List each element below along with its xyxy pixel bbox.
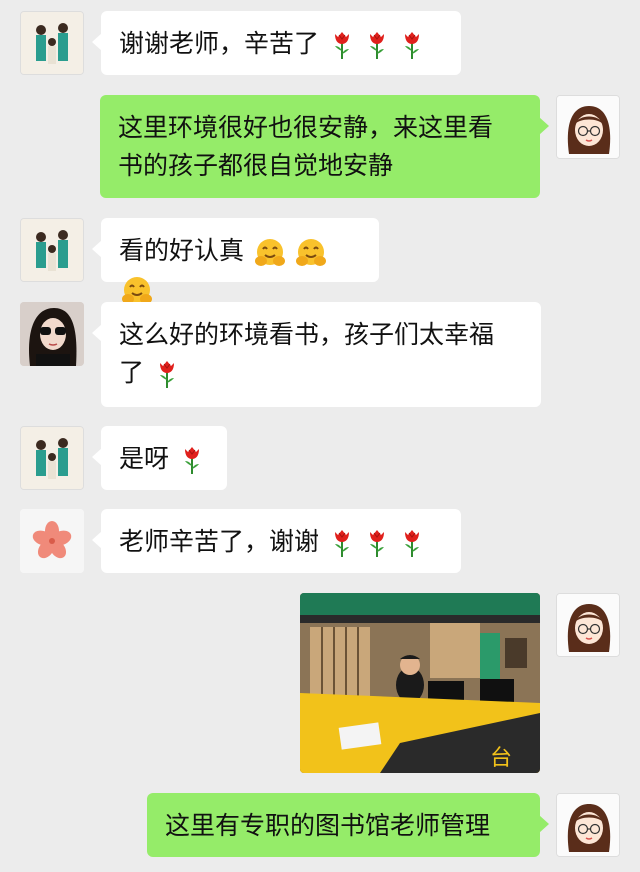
family-avatar[interactable] [20, 218, 84, 282]
message-text: 看的好认真 [119, 236, 245, 265]
message-text-line: 这里环境很好也很安静，来这里看 [118, 113, 494, 142]
flower-icon [20, 509, 84, 573]
rose-icon [368, 529, 385, 558]
message-text: 谢谢老师，辛苦了 [119, 29, 320, 58]
hug-emoji-icon [122, 276, 152, 305]
family-photo-icon [21, 219, 83, 281]
girl-avatar[interactable] [556, 593, 620, 657]
message-text: 老师辛苦了，谢谢 [119, 527, 320, 556]
rose-icon [183, 446, 200, 475]
incoming-message[interactable]: 这么好的环境看书，孩子们太幸福 了 [92, 302, 541, 407]
girl-avatar[interactable] [556, 793, 620, 857]
rose-icon [368, 31, 385, 60]
rose-icon [333, 31, 350, 60]
message-text: 是呀 [119, 444, 170, 473]
hug-emoji-icon [254, 238, 285, 267]
woman-sunglasses-photo-icon [20, 302, 84, 366]
message-text-line: 这么好的环境看书，孩子们太幸福 [119, 320, 495, 349]
family-photo-icon [21, 427, 83, 489]
rose-icon [158, 360, 175, 389]
incoming-message[interactable]: 是呀 [92, 426, 227, 490]
library-desk-photo[interactable]: 台 [300, 593, 540, 773]
rose-icon [403, 529, 420, 558]
message-text: 这里有专职的图书馆老师管理 [165, 811, 491, 840]
rose-icon [403, 31, 420, 60]
family-avatar[interactable] [20, 11, 84, 75]
woman-avatar[interactable] [20, 302, 84, 366]
message-text-line: 书的孩子都很自觉地安静 [118, 151, 394, 180]
hug-emoji-icon [295, 238, 326, 267]
girl-cartoon-icon [557, 96, 619, 158]
message-text-line: 了 [119, 358, 145, 387]
incoming-message[interactable]: 谢谢老师，辛苦了 [92, 11, 461, 75]
outgoing-message[interactable]: 这里环境很好也很安静，来这里看 书的孩子都很自觉地安静 [100, 95, 549, 198]
svg-text:台: 台 [490, 746, 512, 771]
outgoing-message[interactable]: 这里有专职的图书馆老师管理 [147, 793, 549, 857]
incoming-message[interactable]: 看的好认真 [92, 218, 379, 305]
library-photo-image: 台 [300, 593, 540, 773]
flower-avatar[interactable] [20, 509, 84, 573]
girl-cartoon-icon [557, 594, 619, 656]
family-avatar[interactable] [20, 426, 84, 490]
incoming-message[interactable]: 老师辛苦了，谢谢 [92, 509, 461, 573]
family-photo-icon [21, 12, 83, 74]
girl-avatar[interactable] [556, 95, 620, 159]
girl-cartoon-icon [557, 794, 619, 856]
rose-icon [333, 529, 350, 558]
